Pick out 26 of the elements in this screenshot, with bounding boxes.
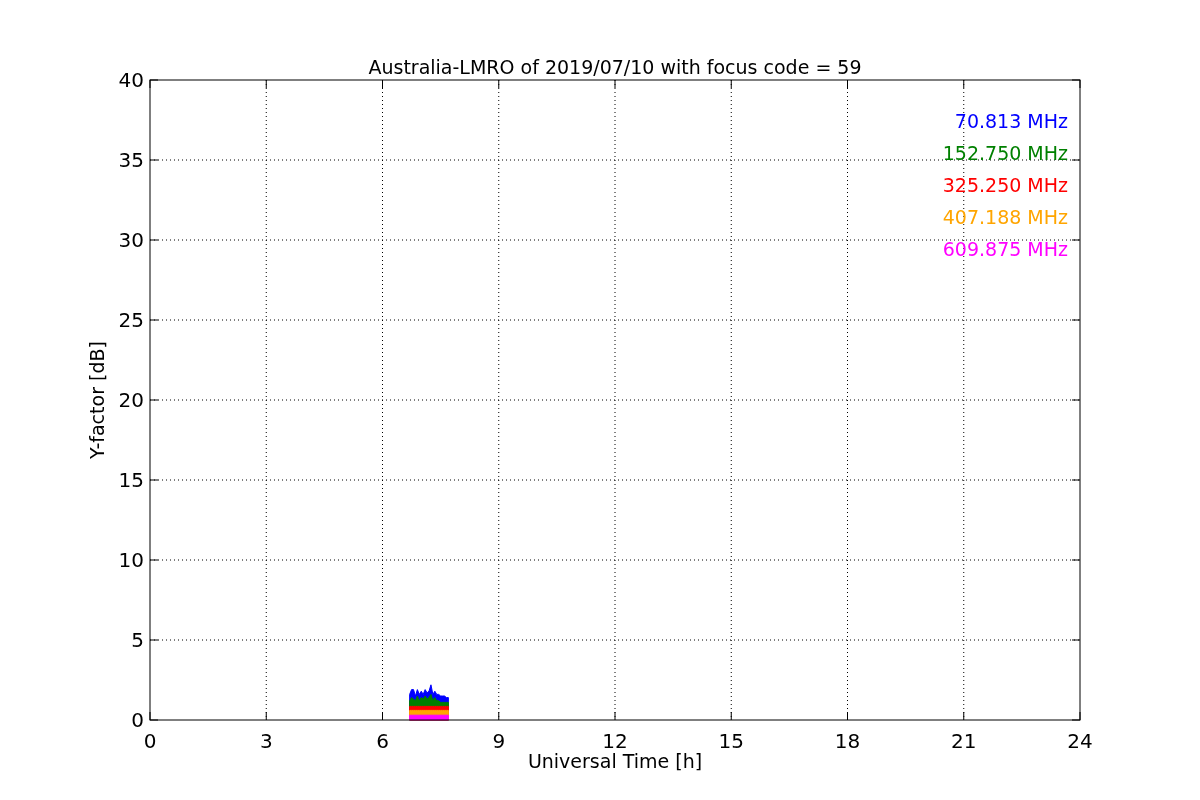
legend-label: 70.813 MHz [954, 110, 1068, 132]
x-tick-label: 9 [492, 729, 506, 753]
x-tick-label: 21 [951, 729, 977, 753]
x-tick-label: 18 [834, 729, 861, 753]
y-axis-label: Y-factor [dB] [86, 341, 108, 459]
chart-title: Australia-LMRO of 2019/07/10 with focus code = 59 [368, 56, 862, 78]
x-tick-label: 3 [259, 729, 273, 753]
x-tick-label: 6 [376, 729, 389, 753]
legend-label: 325.250 MHz [942, 174, 1068, 196]
y-tick-label: 10 [118, 548, 144, 572]
legend-label: 407.188 MHz [942, 206, 1068, 228]
y-tick-label: 5 [131, 628, 144, 652]
legend-label: 609.875 MHz [942, 238, 1068, 260]
x-tick-label: 12 [602, 729, 628, 753]
y-tick-label: 35 [118, 148, 144, 172]
y-tick-label: 30 [118, 228, 144, 252]
x-tick-label: 0 [143, 729, 157, 753]
y-tick-label: 25 [118, 308, 144, 332]
y-tick-label: 40 [118, 68, 144, 92]
y-tick-label: 0 [131, 708, 144, 732]
x-tick-label: 24 [1067, 729, 1093, 753]
y-tick-label: 15 [118, 468, 144, 492]
x-axis-label: Universal Time [h] [527, 750, 703, 772]
legend-label: 152.750 MHz [942, 142, 1068, 164]
y-tick-label: 20 [118, 388, 144, 412]
x-tick-label: 15 [718, 729, 744, 753]
